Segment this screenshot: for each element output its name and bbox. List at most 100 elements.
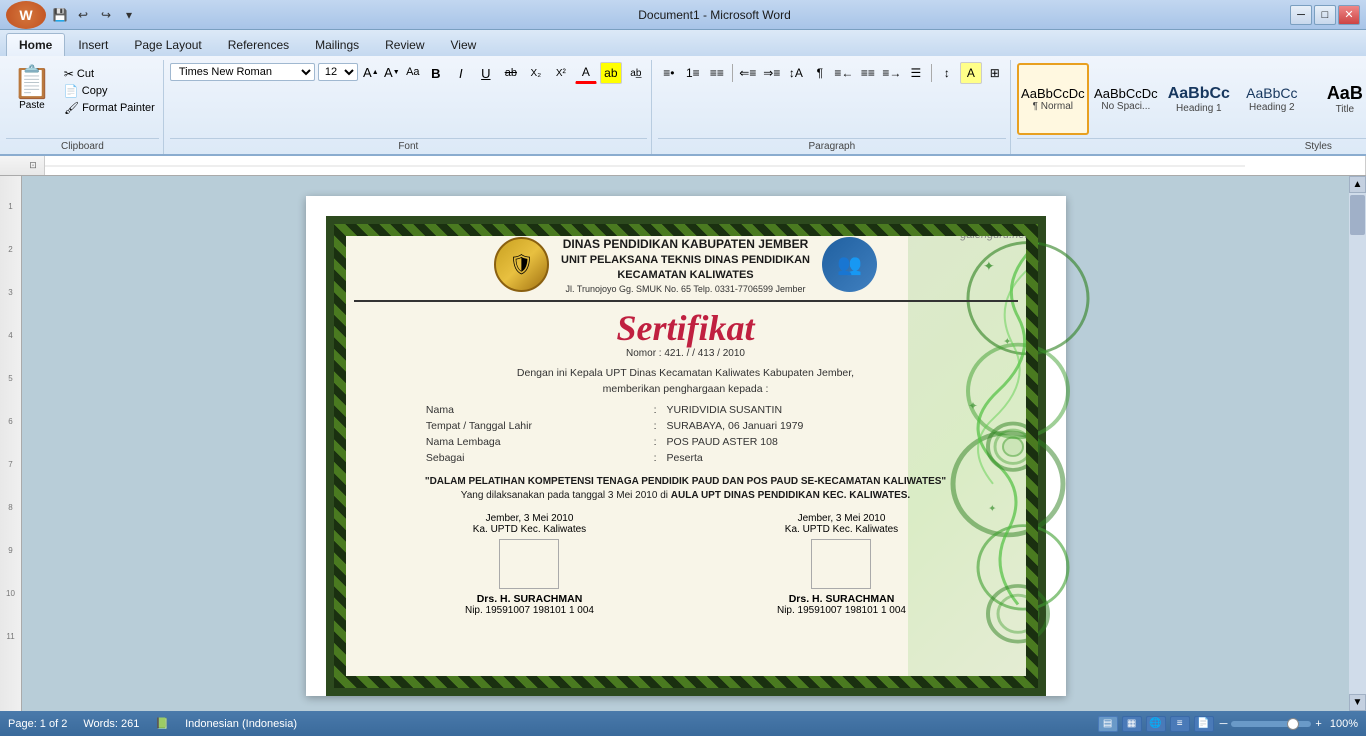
status-bar: Page: 1 of 2 Words: 261 📗 Indonesian (In…	[0, 711, 1366, 736]
copy-icon: 📄	[64, 84, 79, 98]
style-normal[interactable]: AaBbCcDc ¶ Normal	[1017, 63, 1089, 135]
increase-indent-btn[interactable]: ⇒≡	[761, 62, 783, 84]
scroll-thumb[interactable]	[1350, 195, 1365, 235]
outline-btn[interactable]: ≡	[1170, 716, 1190, 732]
font-grow-btn[interactable]: A▲	[361, 62, 381, 82]
scroll-up-btn[interactable]: ▲	[1349, 176, 1366, 193]
align-right-btn[interactable]: ≡→	[881, 62, 903, 84]
ruler-corner[interactable]: ⊡	[22, 160, 44, 171]
vertical-scrollbar[interactable]: ▲ ▼	[1349, 176, 1366, 711]
cert-intro2: memberikan penghargaan kepada :	[354, 383, 1018, 395]
align-center-btn[interactable]: ≡≡	[857, 62, 879, 84]
print-layout-btn[interactable]: ▤	[1098, 716, 1118, 732]
cert-sign-right-box	[811, 539, 871, 589]
cert-value-lembaga: POS PAUD ASTER 108	[663, 435, 950, 449]
borders-btn[interactable]: ⊞	[984, 62, 1006, 84]
copy-button[interactable]: 📄 Copy	[60, 83, 159, 99]
multilevel-btn[interactable]: ≡≡	[706, 62, 728, 84]
status-right: ▤ ▦ 🌐 ≡ 📄 ─ + 100%	[1098, 716, 1358, 732]
document-area[interactable]: ✦ ✦ ✦ ✦ galeriguru.net 🛡	[22, 176, 1349, 711]
style-title[interactable]: AaB Title	[1309, 63, 1366, 135]
font-size-select[interactable]: 12	[318, 63, 358, 81]
cut-icon: ✂	[64, 67, 74, 81]
zoom-thumb[interactable]	[1287, 718, 1299, 730]
minimize-btn[interactable]: ─	[1290, 5, 1312, 25]
ribbon-tabs: Home Insert Page Layout References Maili…	[0, 30, 1366, 56]
bullets-btn[interactable]: ≡•	[658, 62, 680, 84]
sort-btn[interactable]: ↕A	[785, 62, 807, 84]
zoom-control[interactable]: ─ + 100%	[1220, 718, 1358, 730]
cert-field-sebagai: Sebagai : Peserta	[422, 451, 949, 465]
zoom-out-btn[interactable]: ─	[1220, 718, 1228, 730]
highlight-btn[interactable]: ab	[600, 62, 622, 84]
clear-formatting-btn[interactable]: Aa	[403, 62, 423, 82]
underline-button[interactable]: U	[475, 62, 497, 84]
cut-button[interactable]: ✂ Cut	[60, 66, 159, 82]
line-spacing-btn[interactable]: ↕	[936, 62, 958, 84]
style-no-spacing[interactable]: AaBbCcDc No Spaci...	[1090, 63, 1162, 135]
style-nospacing-label: No Spaci...	[1101, 101, 1150, 112]
paragraph-label: Paragraph	[658, 138, 1006, 152]
font-family-select[interactable]: Times New Roman	[170, 63, 315, 81]
style-heading1[interactable]: AaBbCc Heading 1	[1163, 63, 1235, 135]
para-row2: ≡← ≡≡ ≡→ ☰ ↕ A ⊞	[833, 62, 1006, 84]
tab-mailings[interactable]: Mailings	[302, 33, 372, 56]
paste-button[interactable]: 📋 Paste	[6, 62, 58, 115]
maximize-btn[interactable]: □	[1314, 5, 1336, 25]
language-icon: 📗	[155, 717, 169, 730]
tab-references[interactable]: References	[215, 33, 302, 56]
page-info: Page: 1 of 2	[8, 718, 67, 730]
shading-btn[interactable]: A	[960, 62, 982, 84]
full-reading-btn[interactable]: ▦	[1122, 716, 1142, 732]
font-shrink-btn[interactable]: A▼	[382, 62, 402, 82]
format-painter-button[interactable]: 🖌 Format Painter	[60, 100, 159, 116]
redo-quick-btn[interactable]: ↪	[96, 5, 116, 25]
styles-list: AaBbCcDc ¶ Normal AaBbCcDc No Spaci... A…	[1017, 63, 1366, 135]
office-button[interactable]: W	[6, 1, 46, 29]
style-title-preview: AaB	[1327, 83, 1363, 105]
numbering-btn[interactable]: 1≡	[682, 62, 704, 84]
font-color-btn[interactable]: A	[575, 62, 597, 84]
zoom-in-btn[interactable]: +	[1315, 718, 1321, 730]
cert-sign-right-name: Drs. H. SURACHMAN	[777, 593, 906, 605]
align-left-btn[interactable]: ≡←	[833, 62, 855, 84]
cert-header: 🛡 DINAS PENDIDIKAN KABUPATEN JEMBER UNIT…	[354, 236, 1018, 302]
justify-btn[interactable]: ☰	[905, 62, 927, 84]
bold-button[interactable]: B	[425, 62, 447, 84]
cert-field-lembaga: Nama Lembaga : POS PAUD ASTER 108	[422, 435, 949, 449]
decrease-indent-btn[interactable]: ⇐≡	[737, 62, 759, 84]
style-heading2[interactable]: AaBbCc Heading 2	[1236, 63, 1308, 135]
show-marks-btn[interactable]: ¶	[809, 62, 831, 84]
cert-logo2-icon: 👥	[837, 252, 862, 277]
tab-page-layout[interactable]: Page Layout	[121, 33, 214, 56]
draft-btn[interactable]: 📄	[1194, 716, 1214, 732]
tab-insert[interactable]: Insert	[65, 33, 121, 56]
style-title-label: Title	[1336, 104, 1355, 115]
cert-sign-left-box	[499, 539, 559, 589]
superscript-button[interactable]: X²	[550, 62, 572, 84]
text-effect-btn[interactable]: ab̲	[625, 62, 647, 84]
scroll-track[interactable]	[1349, 193, 1366, 694]
styles-label: Styles	[1017, 138, 1366, 152]
web-layout-btn[interactable]: 🌐	[1146, 716, 1166, 732]
tab-review[interactable]: Review	[372, 33, 437, 56]
cert-field-name: Nama : YURIDVIDIA SUSANTIN	[422, 403, 949, 417]
subscript-button[interactable]: X₂	[525, 62, 547, 84]
paste-icon: 📋	[12, 66, 52, 98]
save-quick-btn[interactable]: 💾	[50, 5, 70, 25]
italic-button[interactable]: I	[450, 62, 472, 84]
tab-view[interactable]: View	[438, 33, 490, 56]
cert-org-line1: DINAS PENDIDIKAN KABUPATEN JEMBER	[561, 236, 810, 253]
clipboard-content: 📋 Paste ✂ Cut 📄 Copy 🖌 Format Painter	[6, 62, 159, 136]
cert-statement-line2: Yang dilaksanakan pada tanggal 3 Mei 201…	[374, 489, 998, 503]
font-label: Font	[170, 138, 647, 152]
style-normal-label: ¶ Normal	[1033, 101, 1073, 112]
scroll-down-btn[interactable]: ▼	[1349, 694, 1366, 711]
close-btn[interactable]: ✕	[1338, 5, 1360, 25]
qa-dropdown-btn[interactable]: ▾	[119, 5, 139, 25]
cert-logo-left: 🛡	[494, 237, 549, 292]
zoom-slider[interactable]	[1231, 721, 1311, 727]
undo-quick-btn[interactable]: ↩	[73, 5, 93, 25]
strikethrough-button[interactable]: ab	[500, 62, 522, 84]
tab-home[interactable]: Home	[6, 33, 65, 56]
